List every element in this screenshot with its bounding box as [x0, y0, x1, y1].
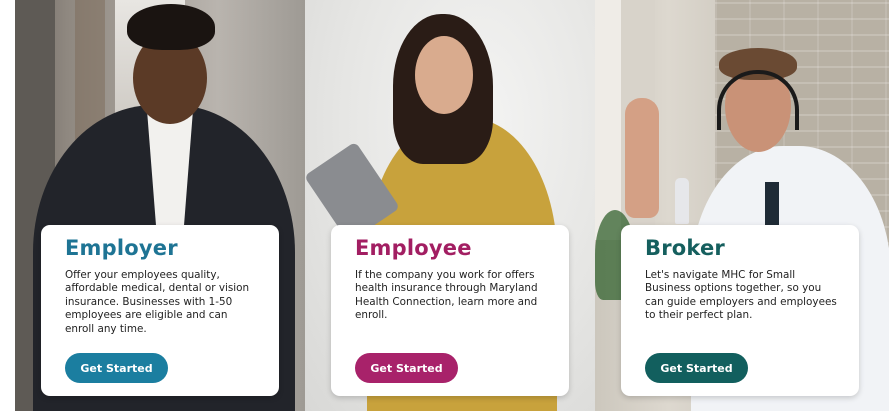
- broker-card: Broker Let's navigate MHC for Small Busi…: [621, 225, 859, 396]
- raised-hand: [625, 98, 659, 218]
- employee-card: Employee If the company you work for off…: [331, 225, 569, 396]
- employer-get-started-button[interactable]: Get Started: [65, 353, 168, 383]
- employee-get-started-button[interactable]: Get Started: [355, 353, 458, 383]
- broker-get-started-button[interactable]: Get Started: [645, 353, 748, 383]
- card-description: Let's navigate MHC for Small Business op…: [645, 269, 837, 322]
- employee-person-head: [415, 36, 473, 114]
- card-description: If the company you work for offers healt…: [355, 269, 538, 322]
- employer-card: Employer Offer your employees quality, a…: [41, 225, 279, 396]
- card-description: Offer your employees quality, affordable…: [65, 269, 250, 335]
- card-title: Employee: [355, 236, 472, 260]
- card-title: Employer: [65, 236, 178, 260]
- audience-selector: Employer Offer your employees quality, a…: [0, 0, 889, 411]
- card-title: Broker: [645, 236, 725, 260]
